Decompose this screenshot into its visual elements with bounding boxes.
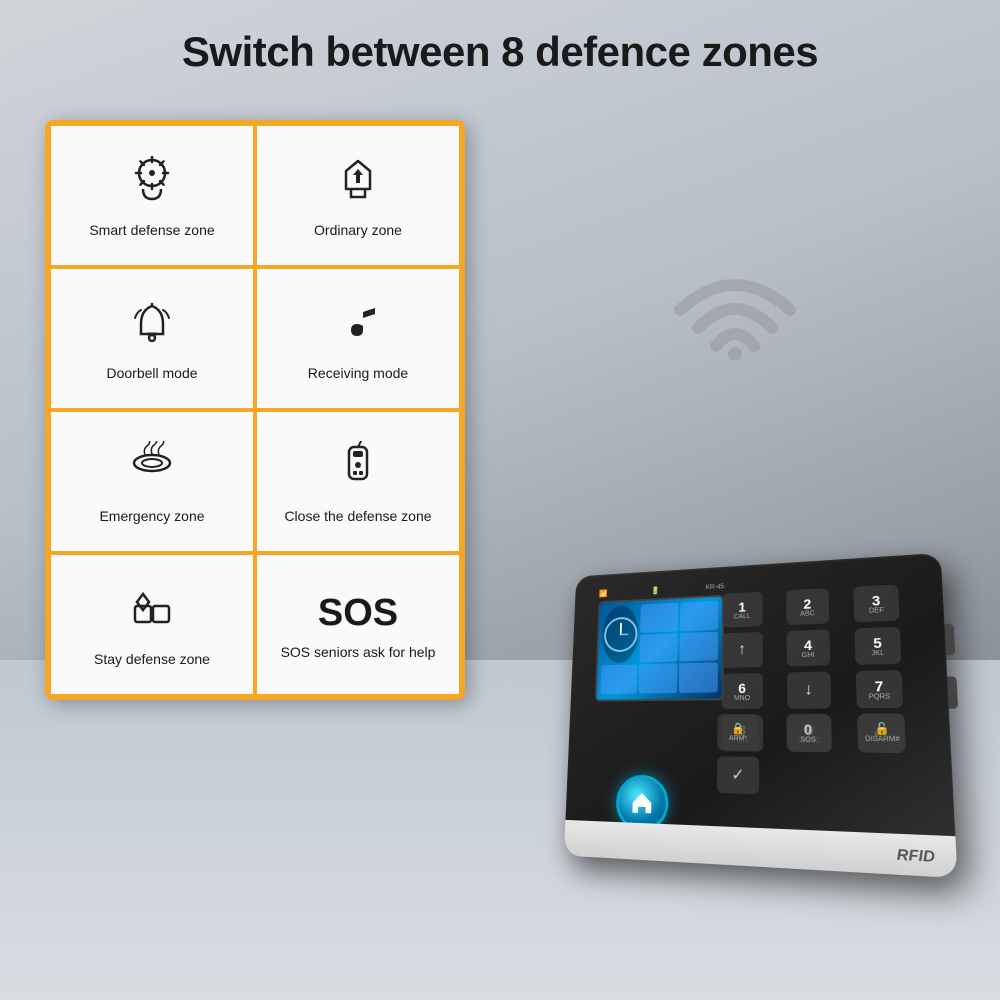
key-arm[interactable]: 🔒ARM* bbox=[717, 714, 759, 751]
zone-cell-receiving: Receiving mode bbox=[257, 269, 459, 408]
receiving-icon bbox=[333, 298, 383, 356]
key-5[interactable]: 5JKL bbox=[855, 627, 902, 665]
doorbell-label: Doorbell mode bbox=[106, 364, 197, 382]
stay-defense-icon bbox=[127, 584, 177, 642]
key-up[interactable]: ↑ bbox=[722, 632, 763, 668]
battery-status-icon: 🔋 bbox=[651, 586, 660, 595]
screen-tile-3 bbox=[679, 631, 718, 661]
emergency-label: Emergency zone bbox=[99, 507, 204, 525]
key-6[interactable]: 6MNO bbox=[721, 673, 762, 709]
receiving-label: Receiving mode bbox=[308, 364, 408, 382]
security-device: 📶 🔋 KR-45 bbox=[564, 553, 958, 878]
screen-display bbox=[597, 597, 723, 700]
device-screen bbox=[595, 595, 724, 702]
key-3[interactable]: 3DEF bbox=[853, 584, 899, 622]
smart-defense-label: Smart defense zone bbox=[89, 221, 214, 239]
key-check[interactable]: ✓ bbox=[717, 756, 759, 794]
screen-clock bbox=[601, 605, 639, 664]
key-1[interactable]: 1CALL bbox=[722, 592, 763, 628]
zone-cell-smart-defense: Smart defense zone bbox=[51, 126, 253, 265]
key-down[interactable]: ↓ bbox=[787, 672, 831, 709]
key-disarm[interactable]: 🔓DISARM# bbox=[858, 713, 906, 752]
screen-tile-6 bbox=[639, 664, 677, 694]
zone-card: Smart defense zone Ordinary zone bbox=[45, 120, 465, 700]
zone-grid: Smart defense zone Ordinary zone bbox=[51, 126, 459, 694]
key-2[interactable]: 2ABC bbox=[786, 588, 829, 625]
key-7[interactable]: 7PQRS bbox=[856, 670, 903, 708]
rfid-label: RFID bbox=[896, 845, 935, 865]
page-title: Switch between 8 defence zones bbox=[0, 28, 1000, 76]
key-0[interactable]: 0SOS bbox=[786, 714, 831, 752]
close-defense-label: Close the defense zone bbox=[284, 507, 431, 525]
zone-cell-close: Close the defense zone bbox=[257, 412, 459, 551]
screen-tile-7 bbox=[679, 663, 718, 693]
screen-tile-5 bbox=[640, 633, 678, 663]
side-button-1[interactable] bbox=[944, 624, 955, 656]
sos-label: SOS seniors ask for help bbox=[281, 643, 436, 661]
screen-tile-4 bbox=[600, 665, 637, 694]
doorbell-icon bbox=[127, 298, 177, 356]
zone-cell-emergency: Emergency zone bbox=[51, 412, 253, 551]
zone-cell-stay: Stay defense zone bbox=[51, 555, 253, 694]
close-defense-icon bbox=[333, 441, 383, 499]
ordinary-label: Ordinary zone bbox=[314, 221, 402, 239]
wifi-signal-icon bbox=[670, 250, 800, 360]
screen-tile-1 bbox=[640, 603, 678, 633]
screen-tile-2 bbox=[680, 601, 719, 631]
zone-cell-ordinary: Ordinary zone bbox=[257, 126, 459, 265]
stay-defense-label: Stay defense zone bbox=[94, 650, 210, 668]
ordinary-icon bbox=[333, 155, 383, 213]
security-device-container: 📶 🔋 KR-45 bbox=[545, 410, 945, 940]
zone-cell-sos: SOS SOS seniors ask for help bbox=[257, 555, 459, 694]
device-bottom-bar: RFID bbox=[564, 820, 958, 878]
sos-icon: SOS bbox=[318, 592, 398, 635]
smart-defense-icon bbox=[127, 155, 177, 213]
wifi-status-icon: 📶 bbox=[599, 589, 608, 597]
zone-cell-doorbell: Doorbell mode bbox=[51, 269, 253, 408]
key-4[interactable]: 4GHI bbox=[786, 629, 830, 666]
bottom-keypad: 🔒ARM* 0SOS 🔓DISARM# ✓ bbox=[717, 713, 932, 799]
emergency-icon bbox=[127, 441, 177, 499]
side-button-2[interactable] bbox=[947, 676, 958, 708]
